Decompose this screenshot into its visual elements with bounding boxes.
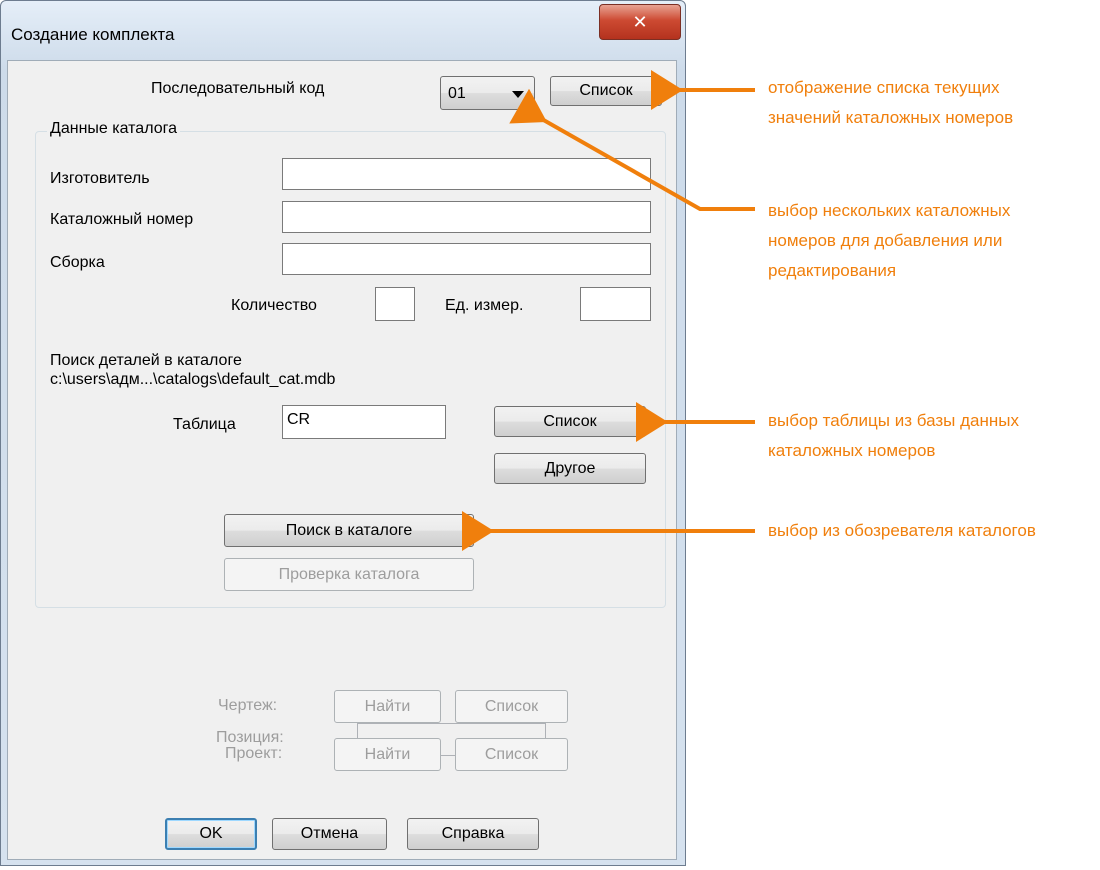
arrow-to-sequential-dropdown xyxy=(509,88,755,211)
annotation-line: каталожных номеров xyxy=(768,441,936,460)
annotation-list-current-values: отображение списка текущих значений ката… xyxy=(768,73,1013,133)
annotation-line: выбор нескольких каталожных xyxy=(768,201,1011,220)
annotation-line: выбор таблицы из базы данных xyxy=(768,411,1019,430)
annotation-line: отображение списка текущих xyxy=(768,78,1000,97)
annotation-multi-select: выбор нескольких каталожных номеров для … xyxy=(768,196,1010,286)
annotation-catalog-browser: выбор из обозревателя каталогов xyxy=(768,516,1036,546)
annotation-line: редактирования xyxy=(768,261,897,280)
annotation-line: номеров для добавления или xyxy=(768,231,1003,250)
annotation-line: значений каталожных номеров xyxy=(768,108,1014,127)
annotation-table-select: выбор таблицы из базы данных каталожных … xyxy=(768,406,1019,466)
annotation-line: выбор из обозревателя каталогов xyxy=(768,521,1036,540)
